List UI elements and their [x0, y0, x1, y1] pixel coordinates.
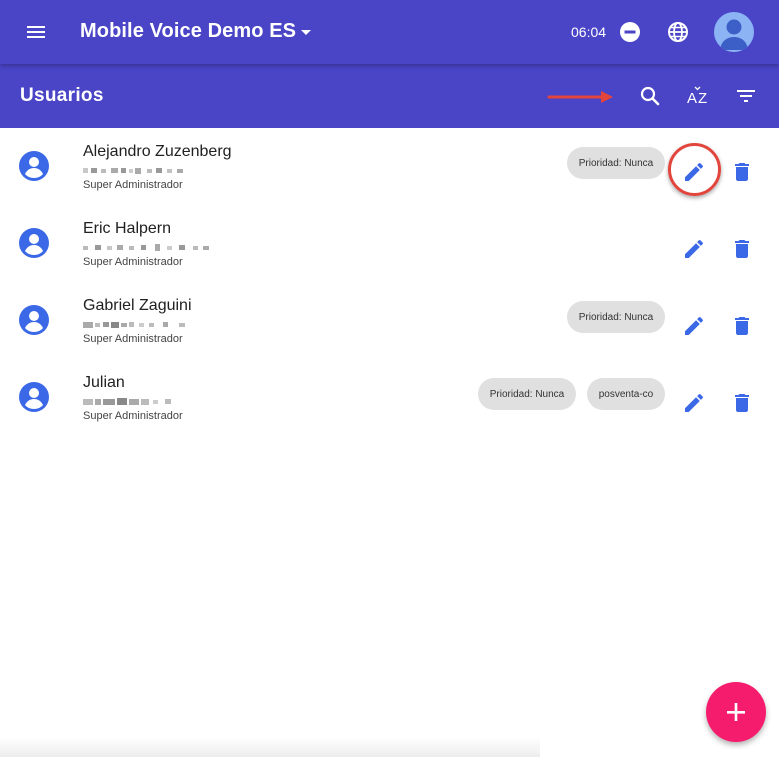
redacted-email — [83, 398, 171, 405]
redacted-email — [83, 168, 183, 174]
delete-icon[interactable] — [730, 237, 754, 261]
delete-icon[interactable] — [730, 391, 754, 415]
priority-chip: Prioridad: Nunca — [478, 378, 576, 410]
page-title: Usuarios — [20, 85, 104, 106]
delete-icon[interactable] — [730, 160, 754, 184]
caret-down-icon[interactable] — [298, 24, 314, 40]
add-icon — [727, 703, 745, 721]
edit-icon[interactable] — [682, 314, 706, 338]
user-list: Alejandro Zuzenberg Super Administrador … — [0, 128, 779, 436]
user-name: Eric Halpern — [83, 220, 172, 237]
account-circle-icon — [19, 228, 49, 258]
edit-icon[interactable] — [682, 237, 706, 261]
do-not-disturb-icon[interactable] — [619, 21, 641, 43]
tag-chip: posventa-co — [587, 378, 665, 410]
redacted-email — [83, 322, 185, 328]
page-toolbar: Usuarios A Z — [0, 64, 779, 128]
sort-az-icon[interactable]: A Z — [686, 84, 710, 108]
search-icon[interactable] — [638, 84, 662, 108]
account-circle-icon — [19, 305, 49, 335]
list-item[interactable]: Gabriel Zaguini Super Administrador Prio… — [0, 282, 779, 359]
redacted-email — [83, 244, 209, 251]
list-item[interactable]: Julian Super Administrador Prioridad: Nu… — [0, 359, 779, 436]
delete-icon[interactable] — [730, 314, 754, 338]
user-name: Julian — [83, 374, 125, 391]
annotation-arrow — [547, 91, 613, 103]
globe-icon[interactable] — [666, 20, 690, 44]
account-circle-icon — [19, 382, 49, 412]
priority-chip: Prioridad: Nunca — [567, 147, 665, 179]
app-title[interactable]: Mobile Voice Demo ES — [80, 20, 296, 43]
clock-time: 06:04 — [571, 24, 607, 40]
edit-icon[interactable] — [682, 391, 706, 415]
list-item[interactable]: Alejandro Zuzenberg Super Administrador … — [0, 128, 779, 205]
menu-icon[interactable] — [24, 20, 48, 44]
avatar[interactable] — [714, 12, 754, 52]
user-role: Super Administrador — [83, 256, 183, 268]
highlight-circle — [668, 143, 721, 196]
priority-chip: Prioridad: Nunca — [567, 301, 665, 333]
user-role: Super Administrador — [83, 179, 183, 191]
svg-text:Z: Z — [698, 90, 707, 107]
filter-icon[interactable] — [734, 84, 758, 108]
user-name: Alejandro Zuzenberg — [83, 143, 232, 160]
add-user-button[interactable] — [706, 682, 766, 742]
app-bar: Mobile Voice Demo ES 06:04 — [0, 0, 779, 64]
svg-text:A: A — [687, 90, 697, 107]
user-role: Super Administrador — [83, 410, 183, 422]
account-circle-icon — [19, 151, 49, 181]
user-role: Super Administrador — [83, 333, 183, 345]
user-name: Gabriel Zaguini — [83, 297, 192, 314]
list-item[interactable]: Eric Halpern Super Administrador — [0, 205, 779, 282]
bottom-shadow — [0, 737, 540, 757]
